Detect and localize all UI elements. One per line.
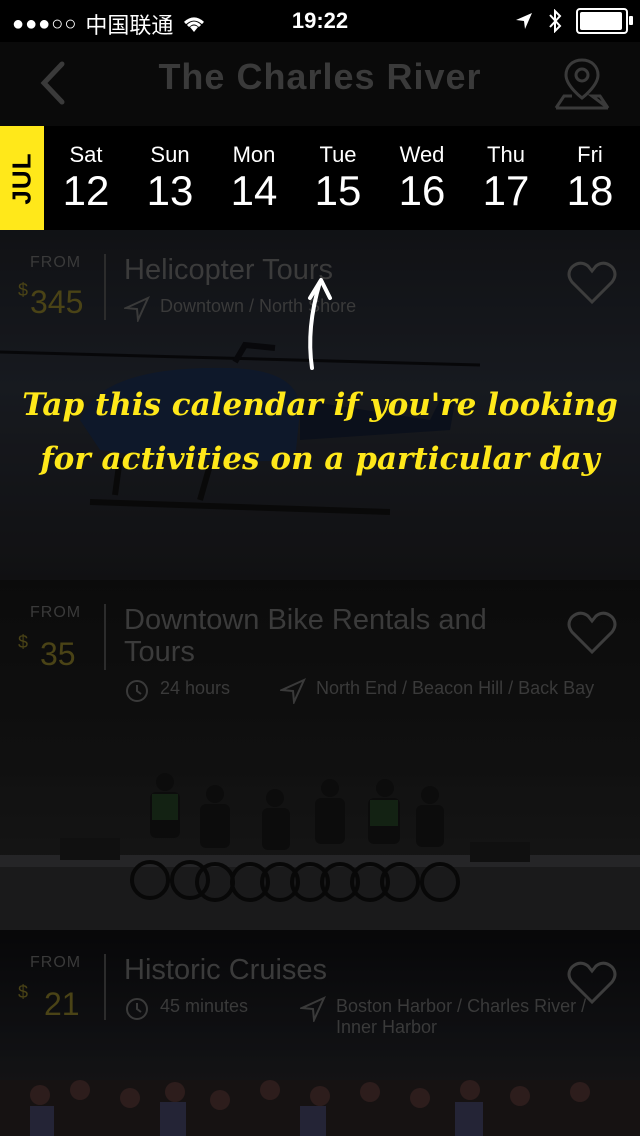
day-name: Mon: [232, 142, 276, 167]
activity-title: Historic Cruises: [124, 954, 328, 986]
page-title: The Charles River: [158, 56, 482, 97]
location-arrow-icon: [516, 13, 532, 29]
calendar-day[interactable]: Sun 13: [128, 142, 212, 214]
chevron-left-icon[interactable]: [30, 58, 80, 108]
heart-icon[interactable]: [566, 608, 618, 656]
heart-icon[interactable]: [566, 258, 618, 306]
price: 21: [44, 986, 80, 1022]
activity-card[interactable]: FROM $ 21 Historic Cruises 45 minutes Bo…: [0, 930, 640, 1136]
currency-symbol: $: [18, 280, 29, 300]
from-label: FROM: [30, 604, 82, 621]
day-number: 15: [314, 167, 362, 214]
clock-icon: [126, 680, 148, 702]
day-name: Sun: [150, 142, 190, 167]
activity-duration: 24 hours: [160, 678, 231, 698]
activity-title: Downtown Bike Rentals and Tours: [124, 604, 487, 668]
day-number: 14: [230, 167, 278, 214]
day-number: 16: [398, 167, 446, 214]
day-name: Fri: [577, 142, 603, 167]
battery-icon: [576, 8, 633, 34]
day-number: 17: [482, 167, 530, 214]
calendar-day[interactable]: Tue 15: [296, 142, 380, 214]
price-divider: [104, 954, 106, 1020]
price: 345: [30, 284, 84, 320]
month-tab[interactable]: JUL: [0, 126, 44, 230]
price-divider: [104, 254, 106, 320]
from-label: FROM: [30, 954, 82, 971]
coach-arrow-icon: [308, 278, 332, 370]
day-name: Wed: [399, 142, 445, 167]
location-icon: [300, 996, 326, 1022]
day-name: Sat: [69, 142, 103, 167]
currency-symbol: $: [18, 982, 29, 1002]
activity-card[interactable]: FROM $ 35 Downtown Bike Rentals and Tour…: [0, 580, 640, 930]
from-label: FROM: [30, 254, 82, 271]
coach-mark-text: Tap this calendar if you're looking for …: [20, 378, 620, 486]
day-number: 12: [62, 167, 110, 214]
activity-location: North End / Beacon Hill / Back Bay: [316, 678, 595, 698]
status-bar: ●●●○○ 中国联通 19:22: [0, 0, 640, 42]
clock-icon: [126, 998, 148, 1020]
battery-fill: [580, 12, 622, 30]
day-name: Thu: [487, 142, 525, 167]
coach-mark-line: for activities on a particular day: [40, 441, 600, 477]
calendar-strip[interactable]: JUL Sat 12 Sun 13 Mon 14 Tue 15 Wed 16 T…: [0, 126, 640, 230]
bluetooth-icon: [549, 9, 562, 33]
status-right: [514, 8, 633, 34]
calendar-day[interactable]: Mon 14: [212, 142, 296, 214]
coach-mark-line: Tap this calendar if you're looking: [22, 387, 618, 423]
month-label: JUL: [6, 151, 37, 205]
price-divider: [104, 604, 106, 670]
price: 35: [40, 636, 76, 672]
currency-symbol: $: [18, 632, 29, 652]
calendar-day[interactable]: Thu 17: [464, 142, 548, 214]
calendar-day[interactable]: Fri 18: [548, 142, 632, 214]
nav-bar: The Charles River: [0, 42, 640, 126]
map-pin-icon[interactable]: [552, 54, 612, 114]
day-name: Tue: [319, 142, 357, 167]
day-number: 13: [146, 167, 194, 214]
activity-duration: 45 minutes: [160, 996, 249, 1016]
calendar-day[interactable]: Wed 16: [380, 142, 464, 214]
heart-icon[interactable]: [566, 958, 618, 1006]
location-icon: [280, 678, 306, 704]
location-icon: [124, 296, 150, 322]
day-number: 18: [566, 167, 614, 214]
calendar-day[interactable]: Sat 12: [44, 142, 128, 214]
